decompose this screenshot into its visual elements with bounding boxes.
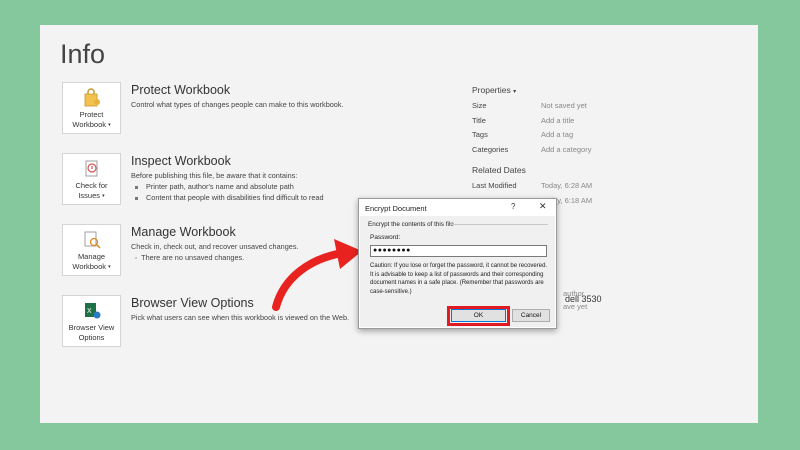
inspect-tile-label-2: Issues <box>78 191 101 200</box>
property-row[interactable]: Categories Add a category <box>472 145 758 160</box>
svg-text:X: X <box>87 308 92 315</box>
password-field[interactable]: ●●●●●●●● <box>370 245 547 257</box>
date-row: Last Modified Today, 6:28 AM <box>472 181 593 190</box>
chevron-down-icon: ▾ <box>513 89 517 95</box>
help-icon[interactable]: ? <box>511 202 515 211</box>
cancel-button[interactable]: Cancel <box>512 309 550 322</box>
protect-description: Control what types of changes people can… <box>131 100 344 109</box>
not-saved-text: ave yet <box>563 302 588 311</box>
related-dates-heading: Related Dates <box>472 165 526 175</box>
protect-workbook-button[interactable]: Protect Workbook ▾ <box>62 82 121 134</box>
caution-text: Caution: If you lose or forget the passw… <box>370 263 548 295</box>
excel-browser-icon: X <box>84 303 100 319</box>
inspect-tile-label-1: Check for <box>75 181 108 190</box>
property-row: Size Not saved yet <box>472 101 587 110</box>
browser-tile-label-2: Options <box>78 333 105 342</box>
browser-tile-label-1: Browser View <box>68 323 115 332</box>
browser-view-options-button[interactable]: X Browser View Options <box>62 295 121 347</box>
manage-tile-label-2: Workbook <box>72 262 107 271</box>
properties-heading[interactable]: Properties ▾ <box>472 85 758 95</box>
chevron-down-icon: ▾ <box>108 122 111 129</box>
dialog-title: Encrypt Document <box>365 204 427 213</box>
lock-icon <box>84 88 100 107</box>
red-arrow-icon <box>272 239 362 311</box>
page-title: Info <box>60 39 106 69</box>
password-label: Password: <box>370 234 401 241</box>
manage-tile-label-1: Manage <box>77 252 106 261</box>
close-icon[interactable]: ✕ <box>539 201 547 212</box>
properties-panel: Properties ▾ Size Not saved yet Title Add … <box>472 85 758 210</box>
divider <box>450 224 548 225</box>
dialog-subheading: Encrypt the contents of this file <box>368 221 454 228</box>
bullet-icon <box>135 196 138 200</box>
property-row[interactable]: Tags Add a tag <box>472 130 758 145</box>
document-check-icon <box>85 160 97 177</box>
property-row[interactable]: Title Add a title <box>472 116 758 131</box>
ok-button[interactable]: OK <box>451 309 506 322</box>
protect-tile-label-2: Workbook <box>72 120 107 129</box>
inspect-bullet-1: Printer path, author's name and absolute… <box>131 181 451 192</box>
protect-heading: Protect Workbook <box>131 83 231 97</box>
search-document-icon <box>84 231 101 249</box>
inspect-description: Before publishing this file, be aware th… <box>131 171 298 180</box>
bullet-icon <box>135 185 138 189</box>
encrypt-document-dialog: Encrypt Document ? ✕ Encrypt the content… <box>358 198 557 329</box>
manage-workbook-button[interactable]: Manage Workbook ▾ <box>62 224 121 276</box>
check-for-issues-button[interactable]: Check for Issues ▾ <box>62 153 121 205</box>
document-icon: ▫ <box>135 256 138 262</box>
inspect-heading: Inspect Workbook <box>131 154 231 168</box>
protect-tile-label-1: Protect <box>79 110 104 119</box>
chevron-down-icon: ▾ <box>102 193 105 200</box>
chevron-down-icon: ▾ <box>108 264 111 271</box>
dialog-body: Encrypt the contents of this file Passwo… <box>360 216 555 327</box>
